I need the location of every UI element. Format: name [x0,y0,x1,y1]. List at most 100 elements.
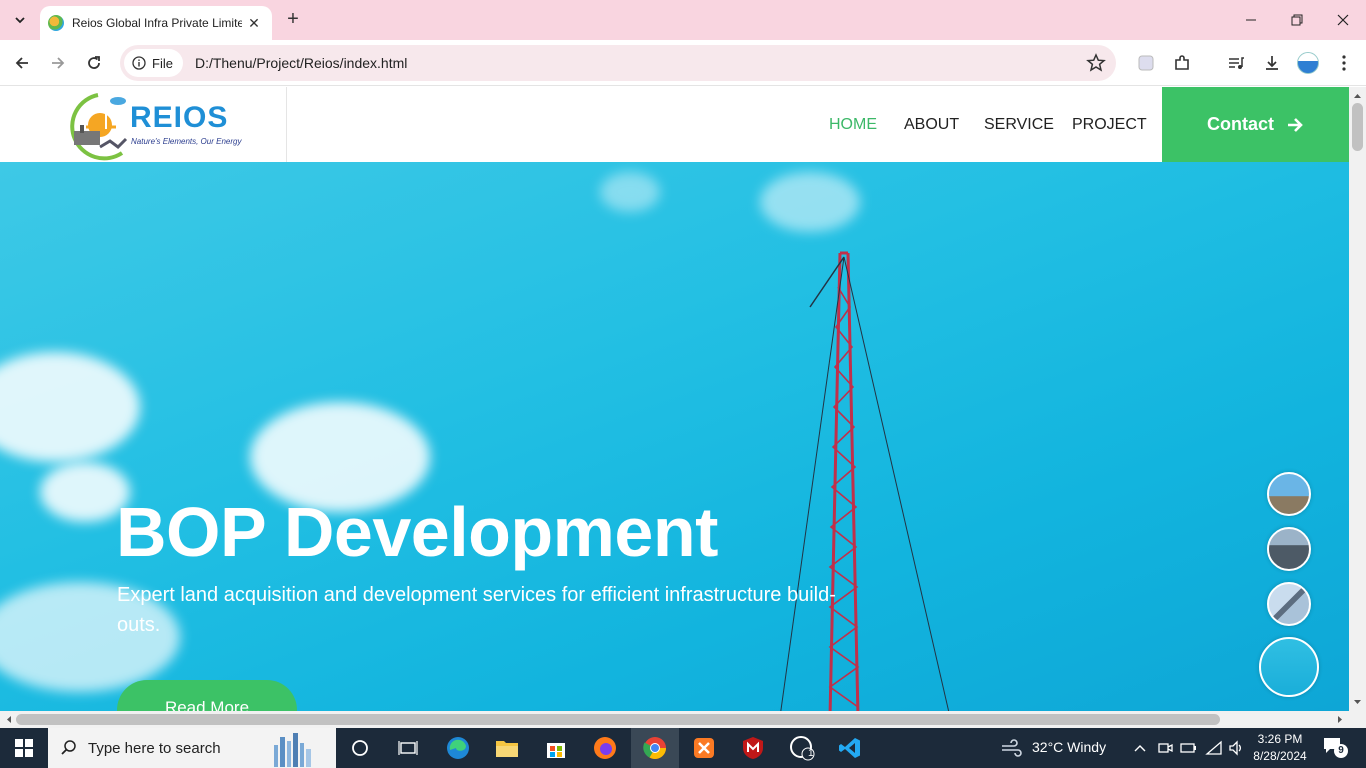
search-icon [61,740,76,755]
extension-grey-icon [1138,55,1154,71]
chrome-app[interactable] [631,728,679,768]
cortana-button[interactable] [336,728,384,768]
file-explorer-app[interactable] [483,728,531,768]
url-text: D:/Thenu/Project/Reios/index.html [194,55,408,71]
address-bar[interactable]: File D:/Thenu/Project/Reios/index.html [120,45,1116,81]
firefox-icon [594,737,616,759]
arrow-right-icon [1288,117,1303,132]
minimize-button[interactable] [1228,0,1274,40]
store-icon [547,743,565,758]
chevron-up-icon[interactable] [1134,743,1146,753]
new-tab-button[interactable]: + [282,9,304,31]
chevron-down-icon [15,17,25,24]
hero-subtitle: Expert land acquisition and development … [117,584,836,636]
vertical-scrollbar[interactable] [1349,87,1366,711]
task-view-icon [398,741,418,755]
info-icon [132,56,146,70]
folder-icon [496,741,518,757]
vscode-app[interactable] [826,728,874,768]
reload-icon [88,56,100,69]
slide-thumbnail-4-active[interactable] [1259,637,1319,697]
meet-now-icon[interactable] [1157,740,1173,756]
slide-thumbnail-1[interactable] [1267,472,1311,516]
media-queue-icon [1229,57,1244,69]
close-icon [1337,14,1349,26]
nav-about[interactable]: ABOUT [904,87,959,162]
site-info-chip[interactable]: File [124,49,183,77]
edge-icon [447,737,469,759]
whatsapp-badge: 1 [808,748,814,759]
restore-icon [1291,14,1303,26]
logo-text: REIOS [130,101,229,134]
weather-text[interactable]: 32°C Windy [1032,739,1106,755]
site-chip-label: File [152,55,173,71]
store-app[interactable] [532,728,580,768]
battery-icon[interactable] [1180,741,1198,755]
forward-button[interactable] [43,48,73,78]
search-placeholder: Type here to search [88,739,221,757]
logo-tagline: Nature's Elements, Our Energy [131,137,242,146]
contact-label: Contact [1207,114,1274,134]
slide-thumbnail-2[interactable] [1267,527,1311,571]
cloud-decoration [0,352,140,462]
nav-home[interactable]: HOME [829,87,877,162]
scroll-left-icon[interactable] [2,711,16,728]
taskbar-clock[interactable]: 3:26 PM 8/28/2024 [1250,731,1310,765]
favicon-icon [48,15,64,31]
volume-icon[interactable] [1228,740,1244,756]
site-logo[interactable]: REIOS Nature's Elements, Our Energy [60,89,241,161]
hero-banner: BOP Development Expert land acquisition … [0,162,1349,711]
xampp-icon [694,738,714,758]
horizontal-scroll-thumb[interactable] [16,714,1220,725]
scroll-up-icon[interactable] [1349,89,1366,103]
edge-app[interactable] [434,728,482,768]
tab-title: Reios Global Infra Private Limite [72,16,242,30]
slide-thumbnail-3[interactable] [1267,582,1311,626]
whatsapp-app[interactable]: 1 [778,728,826,768]
download-icon [1266,56,1278,70]
firefox-app[interactable] [581,728,629,768]
notification-center-button[interactable]: 9 [1322,736,1348,760]
wifi-icon[interactable] [1205,740,1223,756]
notification-count-badge: 9 [1334,744,1348,758]
menu-button[interactable] [1333,52,1355,74]
contact-button[interactable]: Contact [1162,87,1349,162]
downloads-button[interactable] [1261,52,1283,74]
extension-icon[interactable] [1135,52,1157,74]
vertical-scroll-thumb[interactable] [1352,103,1363,151]
reload-button[interactable] [79,48,109,78]
tab-search-button[interactable] [8,8,32,32]
task-view-button[interactable] [384,728,432,768]
close-tab-icon[interactable]: ✕ [244,13,264,33]
nav-service[interactable]: SERVICE [984,87,1054,162]
logo-emblem-icon [70,93,128,161]
extensions-button[interactable] [1171,52,1193,74]
browser-tab-bar: Reios Global Infra Private Limite ✕ + [0,0,1366,40]
mcafee-app[interactable] [729,728,777,768]
nav-project[interactable]: PROJECT [1072,87,1147,162]
profile-avatar[interactable] [1297,52,1319,74]
browser-tab[interactable]: Reios Global Infra Private Limite ✕ [40,6,272,40]
scrollbar-corner [1349,711,1366,728]
close-window-button[interactable] [1320,0,1366,40]
bookmark-star-icon[interactable] [1086,53,1106,73]
windows-logo-icon [15,739,33,757]
read-more-button[interactable]: Read More [117,680,297,711]
search-highlight-skyline-icon [274,733,311,767]
scroll-right-icon[interactable] [1333,711,1347,728]
restore-button[interactable] [1274,0,1320,40]
mcafee-shield-icon [743,737,763,759]
start-button[interactable] [0,728,48,768]
taskbar-search-box[interactable]: Type here to search [48,728,336,768]
horizontal-scrollbar[interactable] [0,711,1349,728]
site-header: REIOS Nature's Elements, Our Energy HOME… [0,87,1349,162]
vscode-icon [839,738,860,758]
more-vertical-icon [1342,55,1346,71]
media-button[interactable] [1225,52,1247,74]
scroll-down-icon[interactable] [1349,695,1366,709]
puzzle-icon [1175,55,1189,70]
back-button[interactable] [7,48,37,78]
page-viewport: REIOS Nature's Elements, Our Energy HOME… [0,87,1349,711]
weather-wind-icon[interactable] [1000,738,1022,758]
xampp-app[interactable] [680,728,728,768]
